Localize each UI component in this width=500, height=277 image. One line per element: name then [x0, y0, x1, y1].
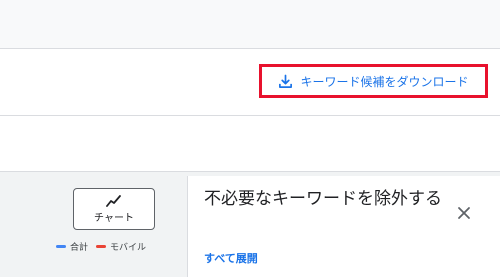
download-highlight-box: キーワード候補をダウンロード [259, 64, 488, 98]
download-row: キーワード候補をダウンロード [0, 49, 500, 116]
exclude-keywords-panel: 不必要なキーワードを除外する すべて展開 [187, 176, 500, 277]
download-label: キーワード候補をダウンロード [300, 74, 469, 89]
expand-all-link[interactable]: すべて展開 [204, 250, 258, 266]
chart-controls: チャート 合計 モバイル [0, 176, 187, 277]
legend-label-total: 合計 [70, 243, 89, 253]
legend-label-mobile: モバイル [110, 243, 147, 253]
empty-row [0, 116, 500, 172]
chart-toggle-button[interactable]: チャート [73, 188, 155, 230]
legend-item-mobile: モバイル [96, 240, 146, 253]
download-icon [279, 74, 293, 88]
legend-swatch-mobile [96, 245, 107, 248]
legend-swatch-total [56, 245, 66, 248]
trend-line-icon [106, 194, 121, 207]
top-strip [0, 0, 500, 49]
chart-legend: 合計 モバイル [56, 240, 154, 253]
legend-item-total: 合計 [56, 240, 88, 253]
chart-toggle-label: チャート [94, 212, 134, 224]
panel-title: 不必要なキーワードを除外する [204, 189, 442, 209]
close-icon[interactable] [456, 205, 472, 221]
download-keyword-ideas-link[interactable]: キーワード候補をダウンロード [262, 67, 485, 95]
